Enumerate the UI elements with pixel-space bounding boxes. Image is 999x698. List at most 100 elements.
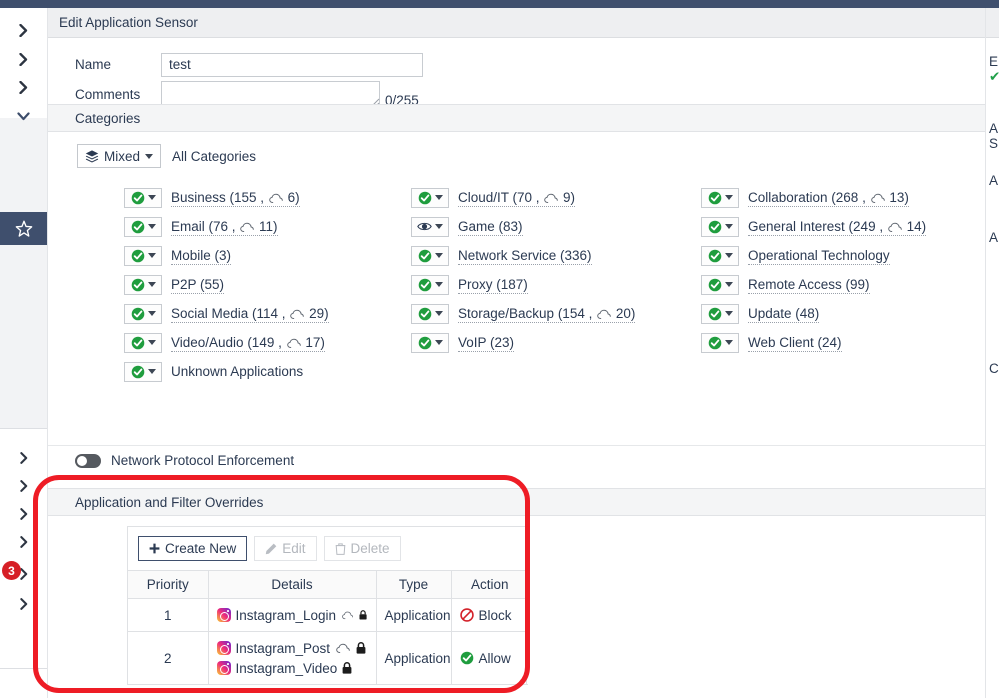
overrides-header-label: Application and Filter Overrides	[75, 494, 264, 510]
table-header-row: Priority Details Type Action	[128, 570, 528, 599]
category-state-dropdown[interactable]	[124, 274, 162, 295]
name-input[interactable]	[161, 52, 423, 77]
chevron-down-icon	[17, 111, 30, 120]
category-name-link[interactable]: VoIP (23)	[458, 334, 515, 352]
rail-chevron-right-4[interactable]	[0, 444, 47, 472]
category-state-dropdown[interactable]	[411, 187, 449, 208]
category-state-dropdown[interactable]	[124, 361, 162, 382]
category-row: VoIP (23)	[411, 328, 635, 357]
allow-check-icon	[418, 307, 431, 320]
rail-chevron-right-6[interactable]	[0, 500, 47, 528]
chevron-down-icon	[434, 311, 443, 316]
chevron-down-icon	[434, 282, 443, 287]
category-state-dropdown[interactable]	[701, 245, 739, 266]
application-name: Instagram_Post	[235, 640, 331, 656]
chevron-down-icon	[724, 282, 733, 287]
category-name-link[interactable]: Collaboration (268 , 13)	[748, 189, 909, 207]
rail-chevron-right-1[interactable]	[0, 16, 47, 44]
category-state-dropdown[interactable]	[411, 332, 449, 353]
allow-check-icon	[418, 249, 431, 262]
chevron-down-icon	[434, 195, 443, 200]
category-row: Cloud/IT (70 , 9)	[411, 183, 635, 212]
page-header: Edit Application Sensor	[48, 8, 986, 38]
category-name-link[interactable]: Network Service (336)	[458, 247, 592, 265]
lock-icon	[356, 642, 366, 654]
category-name-link[interactable]: Update (48)	[748, 305, 820, 323]
right-panel-text-7: C	[989, 361, 999, 376]
category-name-link: Unknown Applications	[171, 364, 304, 379]
network-protocol-toggle[interactable]	[75, 453, 101, 468]
chevron-down-icon	[724, 311, 733, 316]
lock-icon	[359, 610, 368, 620]
right-panel-text-5: A	[989, 173, 999, 188]
cell-details: Instagram_Login	[208, 598, 377, 632]
rail-chevron-down[interactable]	[0, 102, 47, 130]
chevron-down-icon	[724, 340, 733, 345]
category-row: Operational Technology	[701, 241, 926, 270]
rail-segment-middle	[0, 118, 47, 428]
form-row-name: Name	[48, 51, 986, 78]
category-state-dropdown[interactable]	[124, 332, 162, 353]
mixed-state-dropdown[interactable]: Mixed	[77, 144, 162, 168]
chevron-down-icon	[147, 369, 156, 374]
category-state-dropdown[interactable]	[411, 303, 449, 324]
allow-check-icon	[131, 365, 144, 378]
category-name-link[interactable]: Mobile (3)	[171, 247, 232, 265]
category-name-link[interactable]: Operational Technology	[748, 247, 890, 265]
chevron-right-icon	[19, 536, 27, 548]
category-name-link[interactable]: Cloud/IT (70 , 9)	[458, 189, 576, 207]
right-panel-text-2: ✔	[986, 69, 999, 85]
category-state-dropdown[interactable]	[701, 303, 739, 324]
category-state-dropdown[interactable]	[701, 274, 739, 295]
rail-chevron-right-7[interactable]	[0, 528, 47, 556]
detail-entry: Instagram_Login	[216, 605, 368, 625]
category-row: Remote Access (99)	[701, 270, 926, 299]
category-name-link[interactable]: Video/Audio (149 , 17)	[171, 334, 325, 352]
table-row[interactable]: 2 Instagram_Post Instagram_Video Applicatio…	[128, 631, 528, 685]
rail-chevron-right-5[interactable]	[0, 472, 47, 500]
rail-chevron-right-9[interactable]	[0, 590, 47, 618]
category-state-dropdown[interactable]	[411, 245, 449, 266]
category-state-dropdown[interactable]	[701, 187, 739, 208]
category-row: Email (76 , 11)	[124, 212, 329, 241]
category-name-link[interactable]: Business (155 , 6)	[171, 189, 300, 207]
table-row[interactable]: 1 Instagram_Login Application Block	[128, 598, 528, 632]
category-name-link[interactable]: P2P (55)	[171, 276, 225, 294]
category-row: Storage/Backup (154 , 20)	[411, 299, 636, 328]
page-title: Edit Application Sensor	[59, 15, 198, 30]
category-name-link[interactable]: Remote Access (99)	[748, 276, 870, 294]
rail-chevron-right-2[interactable]	[0, 45, 47, 73]
category-name-link[interactable]: Storage/Backup (154 , 20)	[458, 305, 636, 323]
overrides-section: Application and Filter Overrides Create …	[48, 488, 986, 685]
category-state-dropdown[interactable]	[701, 332, 739, 353]
rail-favorites-button[interactable]	[0, 212, 47, 245]
category-state-dropdown[interactable]	[124, 245, 162, 266]
category-state-dropdown[interactable]	[124, 187, 162, 208]
category-state-dropdown[interactable]	[411, 216, 449, 237]
category-state-dropdown[interactable]	[411, 274, 449, 295]
create-new-button[interactable]: Create New	[138, 536, 248, 561]
category-state-dropdown[interactable]	[701, 216, 739, 237]
allow-check-icon	[708, 278, 721, 291]
category-row: Proxy (187)	[411, 270, 635, 299]
sensor-form: Name Comments 0/255	[48, 39, 986, 108]
cloud-icon	[870, 193, 885, 203]
allow-check-icon	[708, 249, 721, 262]
category-name-link[interactable]: Game (83)	[458, 218, 523, 236]
chevron-down-icon	[434, 253, 443, 258]
category-name-link[interactable]: Proxy (187)	[458, 276, 528, 294]
category-row: Web Client (24)	[701, 328, 926, 357]
category-state-dropdown[interactable]	[124, 216, 162, 237]
comments-input[interactable]	[161, 81, 380, 105]
category-name-link[interactable]: General Interest (249 , 14)	[748, 218, 927, 236]
chevron-down-icon	[147, 340, 156, 345]
allow-check-icon	[131, 307, 144, 320]
allow-check-icon	[708, 336, 721, 349]
category-name-link[interactable]: Email (76 , 11)	[171, 218, 278, 236]
category-name-link[interactable]: Social Media (114 , 29)	[171, 305, 329, 323]
categories-column-3: Collaboration (268 , 13) General Interest…	[701, 183, 927, 357]
category-name-link[interactable]: Web Client (24)	[748, 334, 842, 352]
category-state-dropdown[interactable]	[124, 303, 162, 324]
cell-priority: 2	[128, 631, 209, 685]
rail-chevron-right-3[interactable]	[0, 73, 47, 101]
